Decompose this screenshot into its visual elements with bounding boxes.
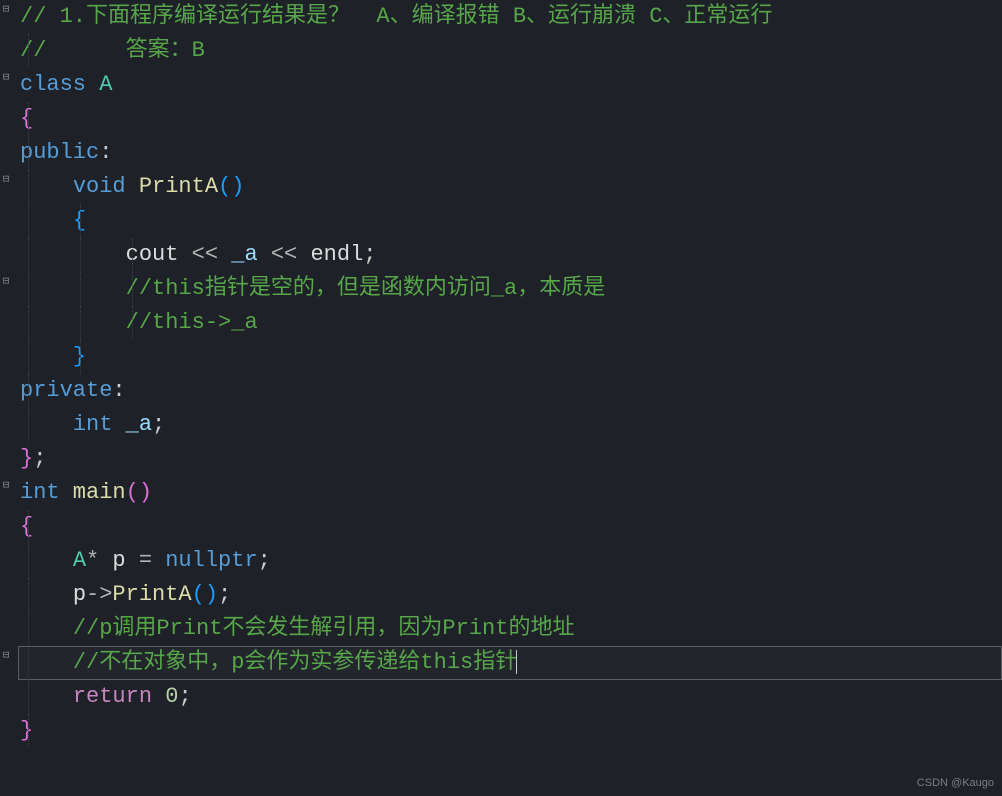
code-line: class A [20, 68, 1002, 102]
comment-text: //this->_a [126, 310, 258, 335]
brace: } [20, 446, 33, 471]
code-line: cout << _a << endl; [20, 238, 1002, 272]
member-a: _a [112, 412, 152, 437]
identifier-endl: endl [297, 242, 363, 267]
code-line: return 0; [20, 680, 1002, 714]
code-line: A* p = nullptr; [20, 544, 1002, 578]
operator-eq: = [139, 548, 165, 573]
operator: << [192, 242, 218, 267]
text-cursor [516, 650, 517, 674]
code-line: p->PrintA(); [20, 578, 1002, 612]
semicolon: ; [218, 582, 231, 607]
comment-text: //p调用Print不会发生解引用，因为Print的地址 [73, 616, 575, 641]
fold-marker-icon[interactable]: ⊟ [0, 480, 12, 492]
brace: { [20, 106, 33, 131]
operator-arrow: -> [86, 582, 112, 607]
identifier-cout: cout [126, 242, 192, 267]
code-line: { [20, 102, 1002, 136]
semicolon: ; [178, 684, 191, 709]
code-editor: ⊟ ⊟ ⊟ ⊟ ⊟ ⊟ // 1.下面程序编译运行结果是？ A、编译报错 B、运… [0, 0, 1002, 796]
code-line: // 1.下面程序编译运行结果是？ A、编译报错 B、运行崩溃 C、正常运行 [20, 0, 1002, 34]
code-line: //this指针是空的，但是函数内访问_a，本质是 [20, 272, 1002, 306]
comment-text: //this指针是空的，但是函数内访问_a，本质是 [126, 276, 606, 301]
type-name: A [86, 72, 112, 97]
brace: { [20, 514, 33, 539]
keyword-private: private [20, 378, 112, 403]
code-line: } [20, 714, 1002, 748]
colon: : [112, 378, 125, 403]
code-line: void PrintA() [20, 170, 1002, 204]
brace: } [20, 718, 33, 743]
code-line: int _a; [20, 408, 1002, 442]
parens: () [192, 582, 218, 607]
keyword-void: void [73, 174, 126, 199]
fold-gutter: ⊟ ⊟ ⊟ ⊟ ⊟ ⊟ [0, 0, 18, 796]
function-main: main [60, 480, 126, 505]
semicolon: ; [258, 548, 271, 573]
code-line: { [20, 510, 1002, 544]
code-line: }; [20, 442, 1002, 476]
identifier-p: p [73, 582, 86, 607]
code-line: public: [20, 136, 1002, 170]
comment-text: //不在对象中，p会作为实参传递给this指针 [73, 650, 517, 675]
watermark-text: CSDN @Kaugo [917, 775, 994, 792]
fold-marker-icon[interactable]: ⊟ [0, 650, 12, 662]
parens: () [126, 480, 152, 505]
function-name: PrintA [126, 174, 218, 199]
operator-star: * [86, 548, 112, 573]
comment-text: // 1.下面程序编译运行结果是？ A、编译报错 B、运行崩溃 C、正常运行 [20, 4, 772, 29]
keyword-class: class [20, 72, 86, 97]
fold-marker-icon[interactable]: ⊟ [0, 72, 12, 84]
keyword-public: public [20, 140, 99, 165]
comment-text: // 答案：B [20, 38, 205, 63]
keyword-int: int [20, 480, 60, 505]
code-line: { [20, 204, 1002, 238]
fold-marker-icon[interactable]: ⊟ [0, 174, 12, 186]
number-literal: 0 [165, 684, 178, 709]
colon: : [99, 140, 112, 165]
keyword-return: return [73, 684, 165, 709]
code-line: private: [20, 374, 1002, 408]
code-line: // 答案：B [20, 34, 1002, 68]
member-a: _a [218, 242, 271, 267]
keyword-nullptr: nullptr [165, 548, 257, 573]
fold-marker-icon[interactable]: ⊟ [0, 276, 12, 288]
code-line: int main() [20, 476, 1002, 510]
code-line: } [20, 340, 1002, 374]
semicolon: ; [152, 412, 165, 437]
parens: () [218, 174, 244, 199]
type-name: A [73, 548, 86, 573]
code-content[interactable]: // 1.下面程序编译运行结果是？ A、编译报错 B、运行崩溃 C、正常运行 /… [18, 0, 1002, 796]
code-line: //p调用Print不会发生解引用，因为Print的地址 [20, 612, 1002, 646]
fold-marker-icon[interactable]: ⊟ [0, 4, 12, 16]
semicolon: ; [363, 242, 376, 267]
code-line: //this->_a [20, 306, 1002, 340]
function-name: PrintA [112, 582, 191, 607]
code-line: //不在对象中，p会作为实参传递给this指针 [20, 646, 1002, 680]
operator: << [271, 242, 297, 267]
identifier-p: p [112, 548, 138, 573]
semicolon: ; [33, 446, 46, 471]
keyword-int: int [73, 412, 113, 437]
